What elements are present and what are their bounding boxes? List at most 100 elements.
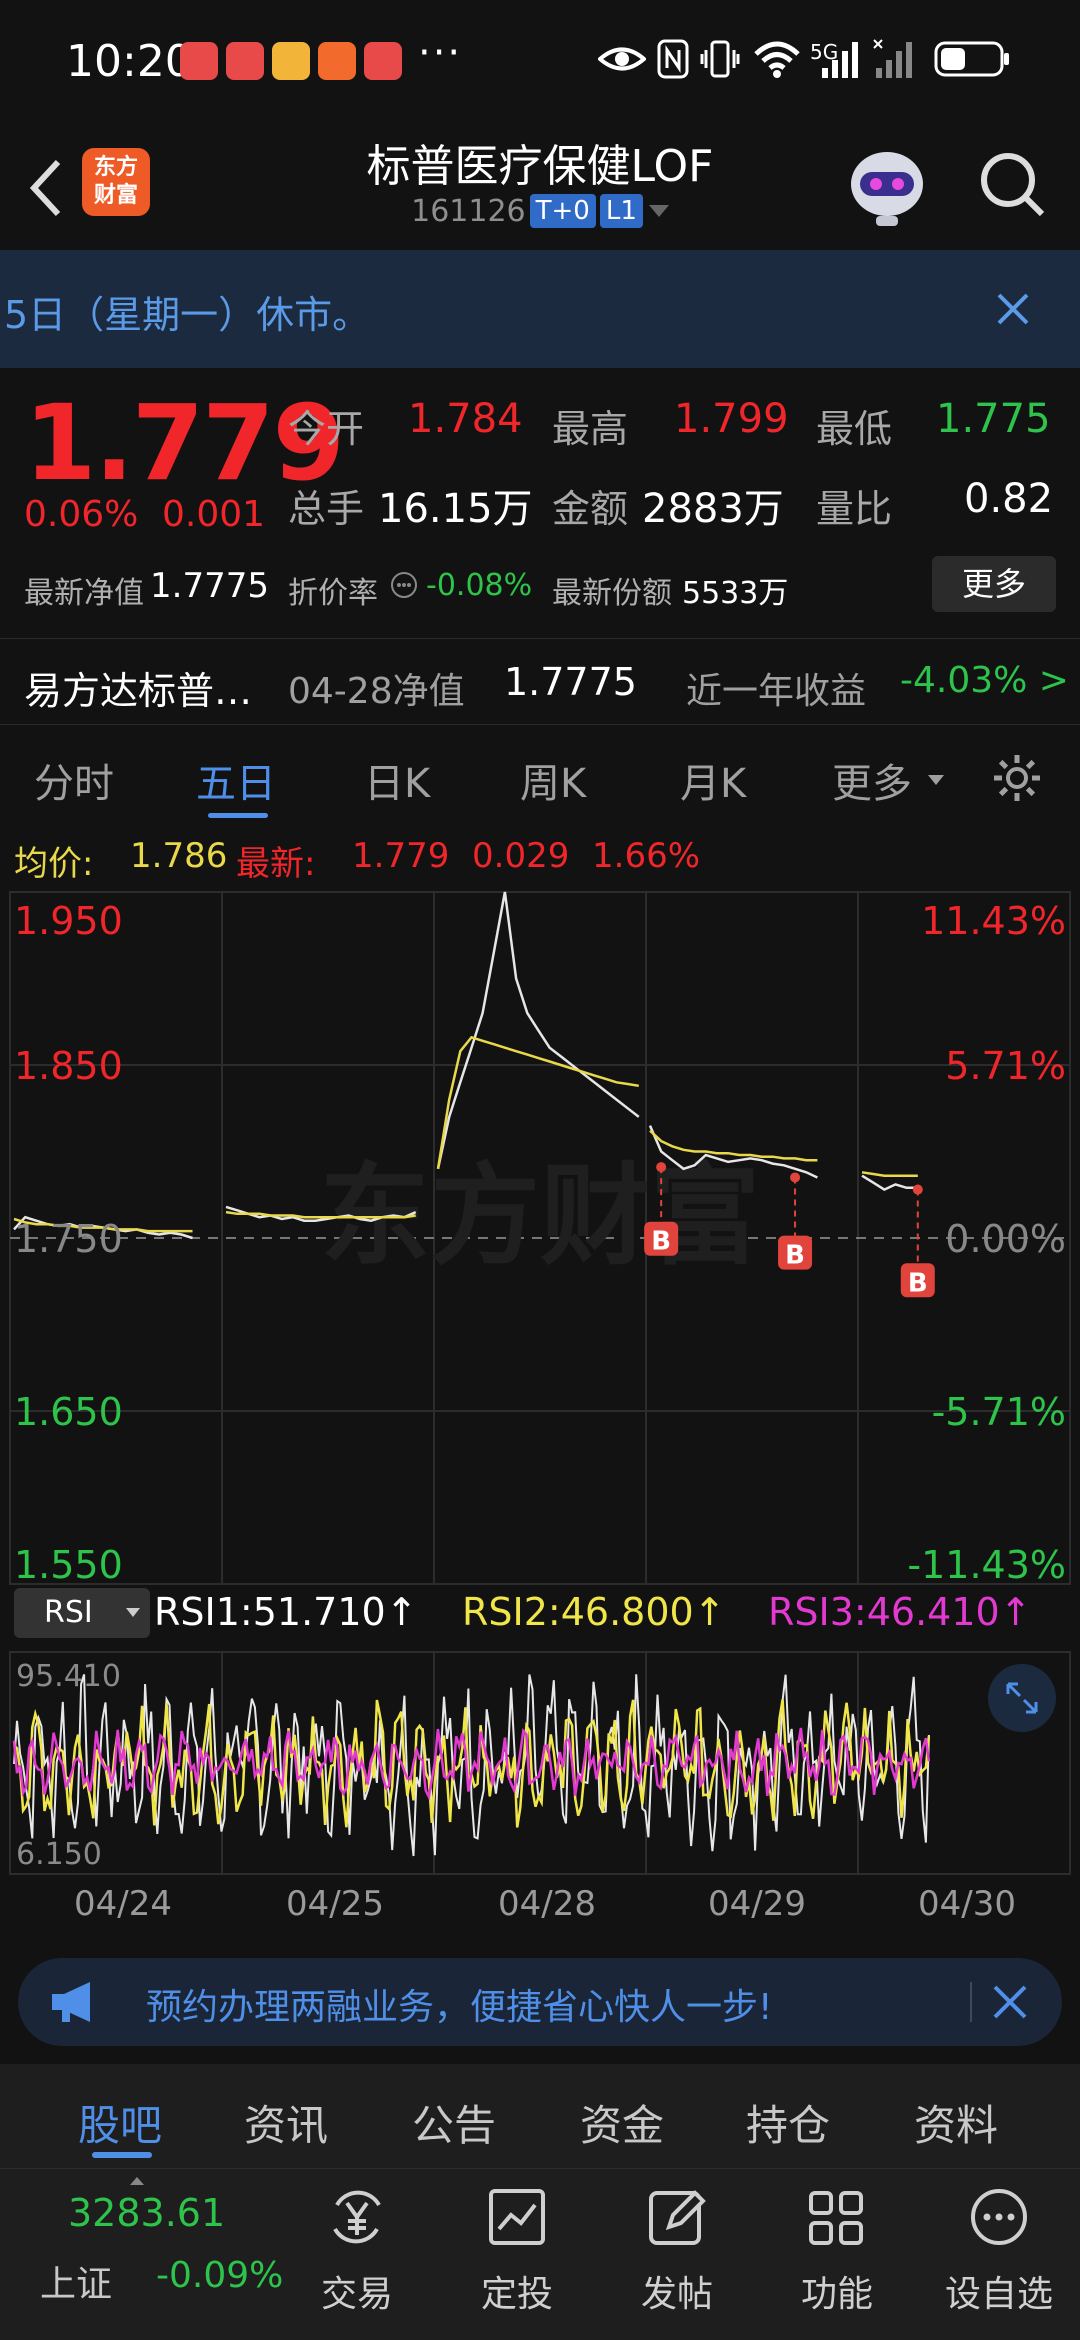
tab-news[interactable]: 资讯 [244,2092,328,2153]
close-icon[interactable] [996,292,1030,326]
signal-icon [822,42,858,78]
indicator-selector[interactable]: RSI [14,1588,150,1638]
search-icon[interactable] [978,150,1048,220]
high-label: 最高 [552,407,629,451]
grid-apps-icon [809,2191,863,2245]
status-bar: 10:20 ··· 5G [0,0,1080,120]
low-label: 最低 [816,407,893,451]
price-tick-label: 1.950 [14,899,123,943]
rsi-legend: RSI RSI1:51.710↑ RSI2:46.800↑ RSI3:46.41… [0,1588,1080,1648]
notice-text: 5日（星期一）休市。 [4,293,371,337]
pct-tick-label: 11.43% [921,899,1066,943]
robot-assistant-icon[interactable] [846,142,928,228]
quote-panel: 1.779 0.06% 0.001 今开 1.784 最高 1.799 最低 1… [0,368,1080,724]
more-notifications-icon: ··· [418,30,463,76]
index-value: 3283.61 [68,2191,226,2235]
dropdown-caret-icon [126,1608,140,1617]
divider [0,638,1080,639]
date-label: 04/30 [918,1884,1016,1924]
bottom-nav: 3283.61 上证 -0.09% 交易 定投 发帖 功能 设自选 [0,2168,1080,2340]
tab-five-day[interactable]: 五日 [196,751,276,809]
avg-price-line [861,1171,918,1177]
content-tabs: 股吧 资讯 公告 资金 持仓 资料 [0,2064,1080,2168]
buy-marker-label: B [908,1268,928,1298]
buy-marker-label: B [785,1241,805,1271]
close-icon[interactable] [992,1984,1028,2020]
latest-price-value: 1.779 [352,836,450,876]
buy-marker-dot [656,1162,667,1173]
latest-change-pct: 1.66% [592,836,701,876]
pct-tick-label: 0.00% [945,1217,1066,1261]
linked-fund-row[interactable]: 易方达标普… 04-28净值 1.7775 近一年收益 -4.03% > [0,638,1080,724]
nav-functions-label: 功能 [800,2274,873,2315]
date-label: 04/25 [286,1884,384,1924]
tab-monthly-k[interactable]: 月K [680,751,746,809]
t0-badge: T+0 [529,194,596,228]
nfc-icon [657,39,689,79]
volume-ratio-value: 0.82 [964,476,1054,522]
nav-date-label: 04-28净值 [288,671,465,712]
l1-badge: L1 [599,194,643,228]
chart-frame-icon [489,2189,545,2245]
more-circle-icon [971,2189,1027,2245]
margin-promo-banner[interactable]: 预约办理两融业务，便捷省心快人一步! [18,1958,1062,2046]
app-notification-icon [318,42,356,80]
market-notice-banner[interactable]: 5日（星期一）休市。 [0,250,1080,368]
discount-label: 折价率 [288,576,378,611]
volume-ratio-label: 量比 [816,487,893,531]
buy-marker-dot [912,1184,923,1195]
volume-value: 16.15万 [378,486,533,532]
app-notification-icon [226,42,264,80]
index-ticker[interactable]: 3283.61 上证 -0.09% [0,2169,290,2340]
more-button[interactable]: 更多 [932,556,1056,612]
tab-weekly-k[interactable]: 周K [520,751,586,809]
nav-functions[interactable]: 功能 [782,2169,892,2340]
indicator-selector-label: RSI [44,1595,93,1630]
eye-icon [598,47,646,71]
five-day-price-chart[interactable]: 东方财富 B BB 1.950 11.43%1.850 5.71%1.750 0.00%… [0,884,1080,1934]
year-return-label: 近一年收益 [686,671,867,712]
tab-guba[interactable]: 股吧 [78,2092,162,2153]
tab-more[interactable]: 更多 [832,751,912,809]
expand-chart-button[interactable] [988,1664,1056,1732]
price-tick-label: 1.550 [14,1543,123,1587]
date-label: 04/24 [74,1884,172,1924]
amount-label: 金额 [552,487,629,531]
open-label: 今开 [288,407,365,451]
wifi-icon [754,41,800,78]
low-value: 1.775 [936,396,1051,442]
info-icon[interactable] [390,571,418,599]
dropdown-caret-icon [928,775,944,785]
yen-exchange-icon [333,2190,381,2244]
promo-text: 预约办理两融业务，便捷省心快人一步! [146,1987,773,2028]
avg-price-value: 1.786 [130,836,228,876]
period-tabs: 分时 五日 日K 周K 月K 更多 [0,724,1080,824]
tab-fund-flow[interactable]: 资金 [580,2092,664,2153]
rsi3-value: RSI3:46.410↑ [768,1590,1032,1634]
nav-post[interactable]: 发帖 [622,2169,732,2340]
nav-fixed-invest[interactable]: 定投 [462,2169,572,2340]
nav-add-watchlist-label: 设自选 [944,2274,1053,2315]
tab-profile[interactable]: 资料 [914,2092,998,2153]
tab-announcements[interactable]: 公告 [412,2092,496,2153]
latest-change: 0.029 [472,836,570,876]
price-tick-label: 1.850 [14,1044,123,1088]
year-return-value: -4.03% > [900,660,1069,701]
nav-date-value: 1.7775 [504,660,637,704]
edit-pencil-icon [649,2190,706,2245]
price-line [861,1174,918,1192]
price-tick-label: 1.650 [14,1390,123,1434]
avg-price-label: 均价: [14,844,94,884]
nav-add-watchlist[interactable]: 设自选 [944,2169,1054,2340]
settings-gear-icon[interactable] [990,751,1044,805]
tab-holdings[interactable]: 持仓 [746,2092,830,2153]
discount-value: -0.08% [426,568,533,603]
rsi-max-label: 95.410 [16,1659,121,1694]
rsi-layer: 95.410 6.150 [9,1651,1071,1875]
nav-trade[interactable]: 交易 [302,2169,412,2340]
change-amount: 0.001 [162,494,266,535]
expand-button-bg [988,1664,1056,1732]
tab-intraday[interactable]: 分时 [34,751,114,809]
tab-daily-k[interactable]: 日K [364,751,430,809]
stock-code: 161126 [411,194,526,229]
